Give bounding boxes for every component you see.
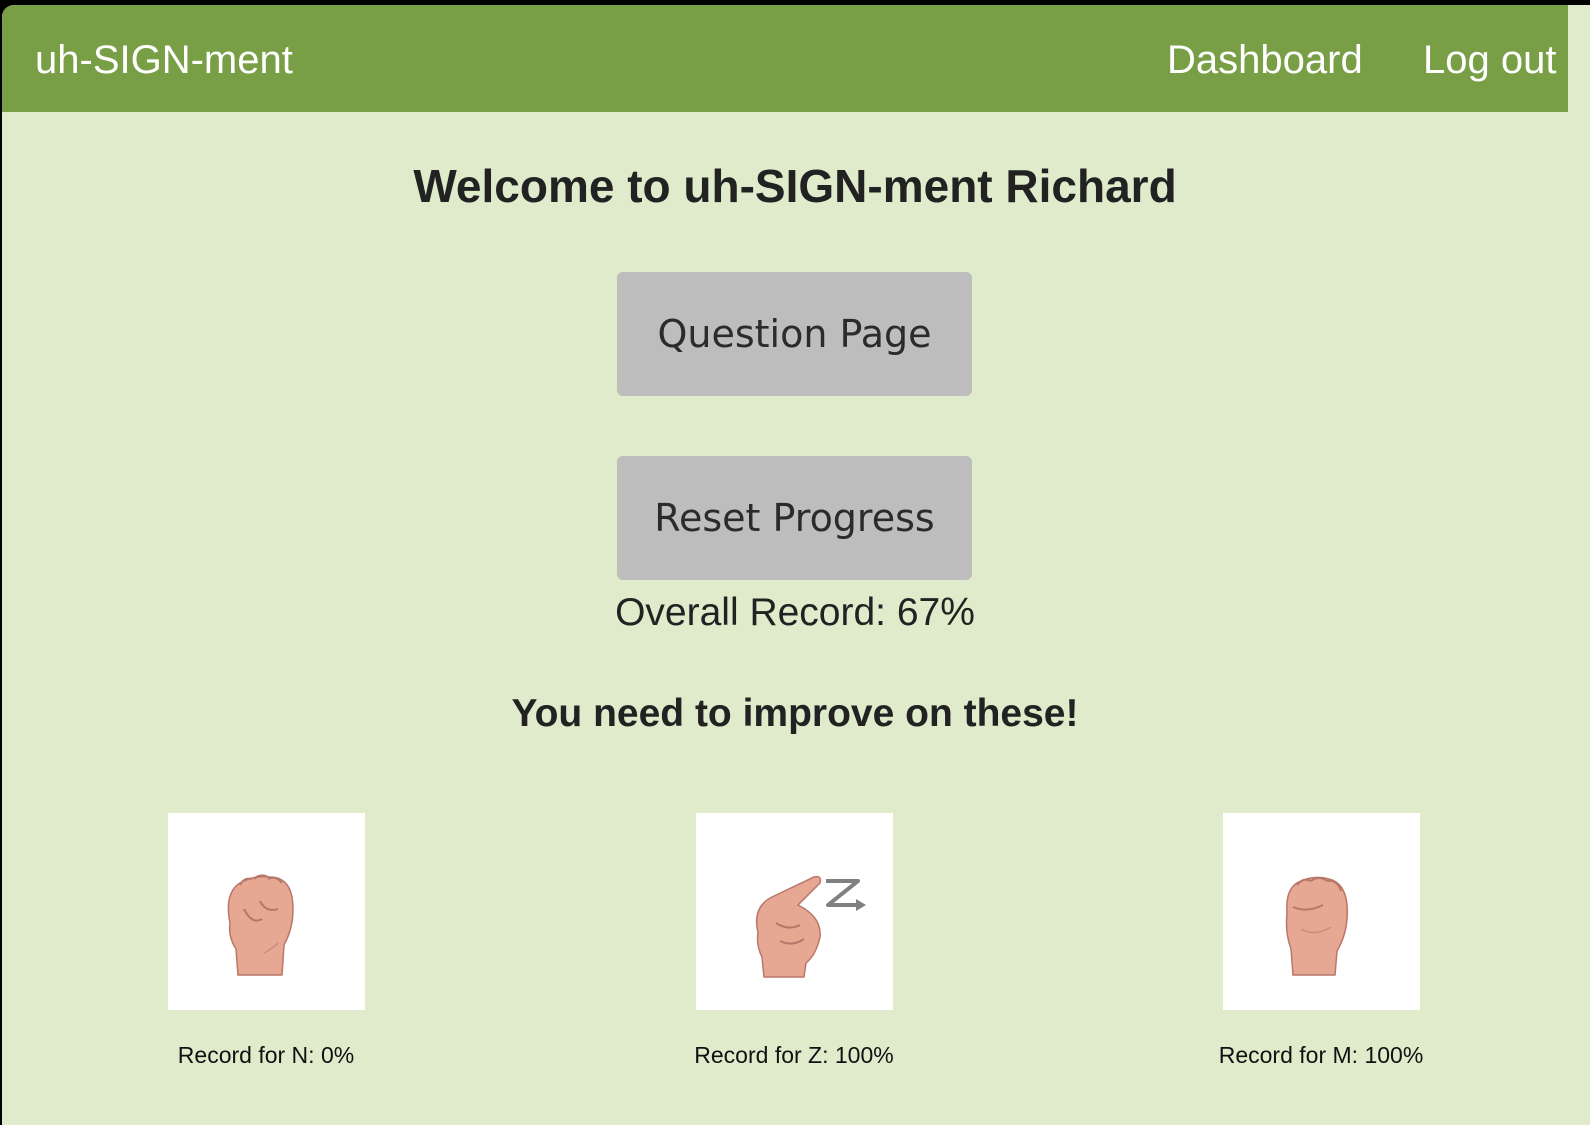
welcome-heading: Welcome to uh-SIGN-ment Richard xyxy=(413,160,1177,212)
nav-logout-link[interactable]: Log out xyxy=(1423,37,1556,83)
asl-letter-z-hand-icon xyxy=(696,813,893,1010)
record-label-n: Record for N: 0% xyxy=(177,1042,355,1068)
asl-letter-m-hand-icon xyxy=(1223,813,1420,1010)
navbar: uh-SIGN-ment Dashboard Log out xyxy=(2,5,1568,112)
record-label-m: Record for M: 100% xyxy=(1218,1042,1424,1068)
overall-record: Overall Record: 67% xyxy=(615,591,975,634)
record-label-z: Record for Z: 100% xyxy=(694,1042,894,1068)
brand-link[interactable]: uh-SIGN-ment xyxy=(35,37,293,83)
asl-letter-n-hand-icon xyxy=(168,813,365,1010)
improve-heading: You need to improve on these! xyxy=(511,692,1079,735)
reset-progress-button[interactable]: Reset Progress xyxy=(617,456,972,580)
app-window: uh-SIGN-ment Dashboard Log out Welcome t… xyxy=(2,5,1590,1125)
question-page-button[interactable]: Question Page xyxy=(617,272,972,396)
nav-dashboard-link[interactable]: Dashboard xyxy=(1167,37,1363,83)
